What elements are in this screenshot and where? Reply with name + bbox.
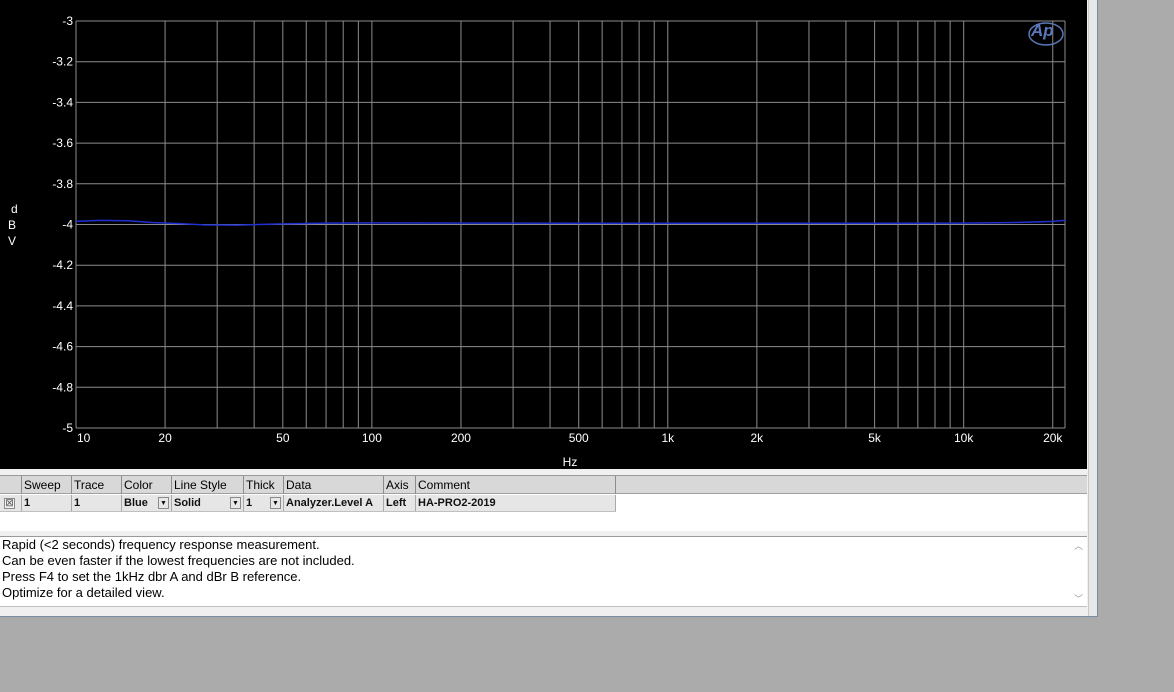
cell-sweep[interactable]: 1 — [22, 495, 72, 511]
trace-table-header: Sweep Trace Color Line Style Thick Data … — [0, 476, 1087, 494]
x-tick-label: 1k — [661, 431, 675, 445]
header-filler — [616, 476, 1087, 494]
cell-comment[interactable]: HA-PRO2-2019 — [416, 495, 616, 511]
chevron-down-icon[interactable]: ▼ — [158, 497, 169, 509]
header-sweep[interactable]: Sweep — [22, 476, 72, 494]
axis-tick-labels: -3 -3.2 -3.4 -3.6 -3.8 -4 -4.2 -4.4 -4.6 -4.8 -5 10… — [52, 14, 1063, 445]
chevron-down-icon[interactable]: ▼ — [230, 497, 241, 509]
cell-trace[interactable]: 1 — [72, 495, 122, 511]
y-axis-letter-v: V — [8, 234, 16, 248]
app-window: -3 -3.2 -3.4 -3.6 -3.8 -4 -4.2 -4.4 -4.6 -4.8 -5 10… — [0, 0, 1098, 617]
y-tick-label: -3.2 — [52, 55, 73, 69]
y-tick-label: -3.4 — [52, 95, 73, 109]
y-tick-label: -3 — [62, 14, 73, 28]
trace-table: Sweep Trace Color Line Style Thick Data … — [0, 475, 1087, 531]
thick-value: 1 — [246, 497, 253, 509]
frequency-response-graph: -3 -3.2 -3.4 -3.6 -3.8 -4 -4.2 -4.4 -4.6 -4.8 -5 10… — [8, 14, 1066, 469]
comment-line: Rapid (<2 seconds) frequency response me… — [2, 537, 320, 552]
y-tick-label: -3.6 — [52, 136, 73, 150]
x-tick-label: 500 — [569, 431, 589, 445]
header-data[interactable]: Data — [284, 476, 384, 494]
x-tick-label: 2k — [751, 431, 765, 445]
table-row[interactable]: ☒ 1 1 Blue ▼ Solid ▼ 1 ▼ Analyzer.Level … — [0, 495, 616, 512]
thick-select[interactable]: 1 ▼ — [244, 495, 284, 511]
x-tick-label: 5k — [868, 431, 882, 445]
x-tick-label: 50 — [276, 431, 290, 445]
color-select[interactable]: Blue ▼ — [122, 495, 172, 511]
y-axis-letter-b: B — [8, 218, 16, 232]
ap-logo-text: Ap — [1031, 21, 1054, 40]
header-line-style[interactable]: Line Style — [172, 476, 244, 494]
header-trace[interactable]: Trace — [72, 476, 122, 494]
header-corner — [0, 476, 22, 494]
comment-scrollbar[interactable]: ︿ ﹀ — [1071, 537, 1087, 606]
header-axis[interactable]: Axis — [384, 476, 416, 494]
x-tick-label: 10k — [954, 431, 974, 445]
y-axis-letter-d: d — [11, 202, 18, 216]
line-style-select[interactable]: Solid ▼ — [172, 495, 244, 511]
window-scrollbar[interactable] — [1088, 0, 1097, 616]
comment-line: Press F4 to set the 1kHz dbr A and dBr B… — [2, 569, 302, 584]
y-tick-label: -4.2 — [52, 258, 73, 272]
graph-panel: -3 -3.2 -3.4 -3.6 -3.8 -4 -4.2 -4.4 -4.6 -4.8 -5 10… — [0, 0, 1087, 469]
x-tick-label: 20k — [1043, 431, 1063, 445]
comment-line: Optimize for a detailed view. — [2, 585, 165, 600]
cell-data[interactable]: Analyzer.Level A — [284, 495, 384, 511]
scroll-down-icon[interactable]: ﹀ — [1074, 592, 1083, 605]
header-comment[interactable]: Comment — [416, 476, 616, 494]
chevron-down-icon[interactable]: ▼ — [270, 497, 281, 509]
y-tick-label: -4.8 — [52, 380, 73, 394]
comment-text-area[interactable]: Rapid (<2 seconds) frequency response me… — [0, 536, 1087, 607]
color-value: Blue — [124, 497, 148, 509]
cell-axis[interactable]: Left — [384, 495, 416, 511]
header-color[interactable]: Color — [122, 476, 172, 494]
line-style-value: Solid — [174, 497, 201, 509]
y-tick-label: -3.8 — [52, 177, 73, 191]
x-tick-label: 200 — [451, 431, 471, 445]
header-thick[interactable]: Thick — [244, 476, 284, 494]
x-tick-label: 100 — [362, 431, 382, 445]
y-tick-label: -4.6 — [52, 340, 73, 354]
x-tick-label: 10 — [77, 431, 91, 445]
scroll-up-icon[interactable]: ︿ — [1074, 539, 1083, 552]
comment-line: Can be even faster if the lowest frequen… — [2, 553, 355, 568]
y-tick-label: -4.4 — [52, 299, 73, 313]
y-tick-label: -4 — [62, 218, 73, 232]
row-enable-cell: ☒ — [0, 495, 22, 511]
y-tick-label: -5 — [62, 421, 73, 435]
x-tick-label: 20 — [158, 431, 172, 445]
trace-enable-checkbox[interactable]: ☒ — [4, 498, 15, 509]
x-axis-title: Hz — [563, 455, 578, 469]
